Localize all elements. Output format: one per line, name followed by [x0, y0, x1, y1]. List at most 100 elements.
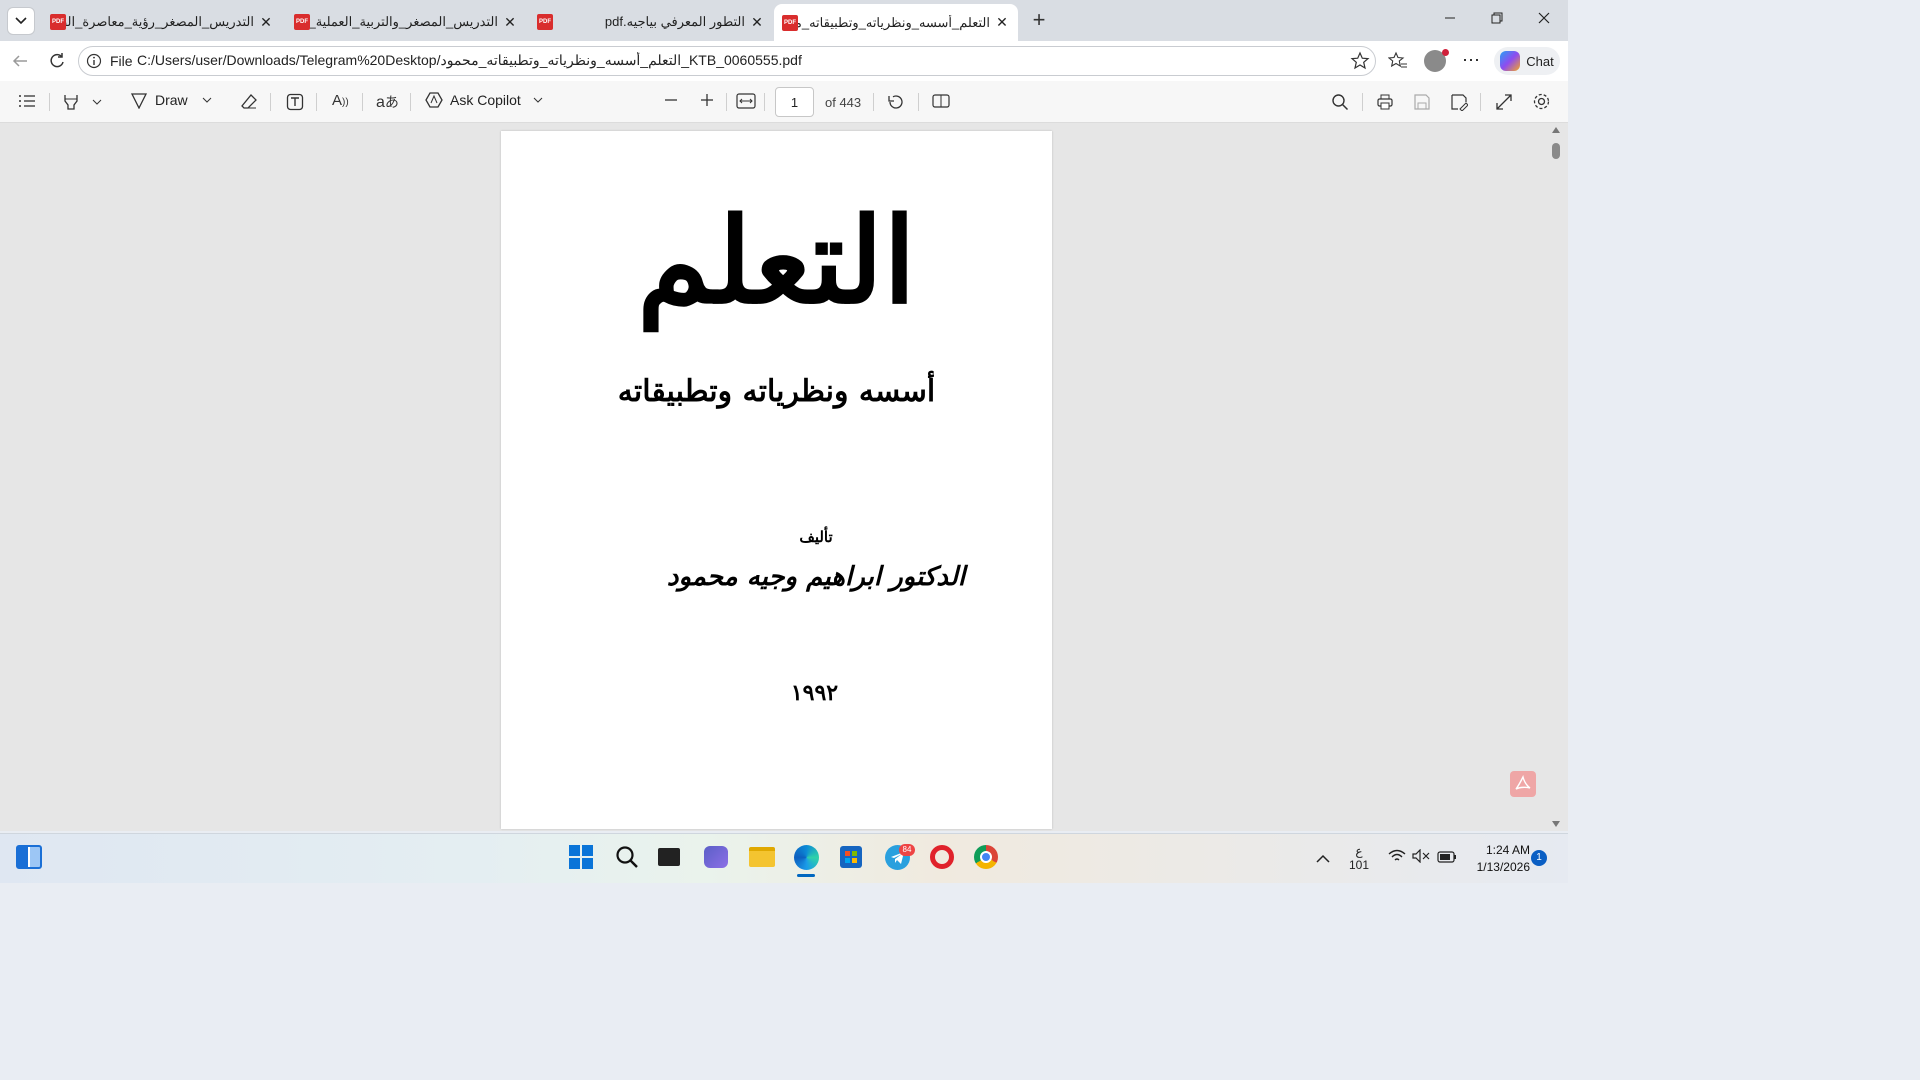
scheme-label: File: [110, 53, 133, 69]
ask-copilot-label: Ask Copilot: [450, 92, 521, 108]
back-arrow-icon: [12, 55, 27, 67]
chevron-up-icon: [1316, 854, 1330, 863]
notification-badge[interactable]: 1: [1531, 850, 1547, 866]
chevron-down-icon: [92, 99, 102, 105]
more-options-button[interactable]: ⋯: [1462, 50, 1481, 71]
chrome-app[interactable]: [974, 845, 998, 869]
new-tab-button[interactable]: +: [1027, 8, 1051, 32]
close-tab-icon[interactable]: ✕: [994, 14, 1010, 31]
document-subtitle: أسسه ونظرياته وتطبيقاته: [617, 374, 936, 409]
fullscreen-button[interactable]: [1495, 93, 1513, 116]
pdf-settings-button[interactable]: [1532, 92, 1551, 116]
print-button[interactable]: [1376, 93, 1394, 116]
find-button[interactable]: [1331, 93, 1349, 116]
edge-app[interactable]: [794, 845, 819, 870]
tab-1[interactable]: PDF التدريس_المصغر_رؤية_معاصرة_الصا ✕: [44, 5, 280, 39]
wifi-icon[interactable]: [1388, 849, 1406, 868]
close-tab-icon[interactable]: ✕: [258, 14, 274, 31]
acrobat-icon[interactable]: [1510, 771, 1536, 797]
clock-time: 1:24 AM: [1485, 843, 1530, 857]
acrobat-logo-icon: [1515, 775, 1531, 790]
erase-button[interactable]: [240, 93, 258, 116]
tab-title: التدريس_المصغر_رؤية_معاصرة_الصا: [66, 14, 254, 29]
minimize-button[interactable]: [1440, 8, 1460, 28]
clock-date: 1/13/2026: [1476, 860, 1530, 874]
highlight-button[interactable]: [62, 93, 102, 111]
language-indicator[interactable]: ع 101: [1347, 844, 1371, 872]
scroll-down-arrow[interactable]: [1552, 821, 1560, 827]
minus-icon: [665, 99, 677, 101]
page-number-input[interactable]: 1: [775, 87, 814, 117]
tab-title: التدريس_المصغر_والتربية_العملية_الم: [310, 14, 498, 29]
refresh-button[interactable]: [47, 51, 67, 71]
tab-list-button[interactable]: [7, 7, 35, 35]
page-view-button[interactable]: [932, 93, 950, 114]
text-box-icon: [286, 93, 304, 111]
favorites-icon: [1387, 51, 1407, 68]
copilot-outline-icon: [425, 92, 443, 108]
favorites-button[interactable]: [1387, 51, 1408, 71]
author-name: الدكتور ابراهيم وجيه محمود: [666, 562, 966, 592]
store-app[interactable]: [840, 846, 862, 868]
read-aloud-button[interactable]: A)): [332, 92, 349, 109]
clock[interactable]: 1:24 AM 1/13/2026: [1464, 842, 1530, 876]
publication-year: ١٩٩٢: [790, 680, 839, 706]
scroll-thumb[interactable]: [1552, 143, 1560, 159]
star-icon: [1350, 51, 1370, 70]
url-text[interactable]: C:/Users/user/Downloads/Telegram%20Deskt…: [137, 52, 1337, 69]
zoom-out-button[interactable]: [664, 93, 678, 112]
profile-avatar[interactable]: [1424, 49, 1449, 72]
copilot-chat-button[interactable]: Chat: [1494, 47, 1560, 75]
volume-muted-icon[interactable]: [1412, 848, 1430, 868]
gear-icon: [1533, 93, 1550, 110]
vertical-scrollbar[interactable]: [1549, 125, 1563, 830]
site-info[interactable]: File: [86, 52, 133, 70]
pen-icon: [130, 93, 148, 109]
notification-dot: [1442, 49, 1449, 56]
language-label: ع: [1355, 844, 1363, 858]
contents-button[interactable]: [18, 93, 36, 114]
search-icon: [616, 846, 638, 868]
task-view-button[interactable]: [658, 848, 680, 866]
file-explorer-app[interactable]: [749, 847, 775, 867]
save-as-button[interactable]: [1450, 93, 1469, 116]
restore-button[interactable]: [1487, 8, 1507, 28]
draw-button[interactable]: Draw: [129, 91, 212, 109]
teams-app[interactable]: [704, 846, 728, 868]
scroll-up-arrow[interactable]: [1552, 127, 1560, 133]
add-text-button[interactable]: [286, 93, 304, 116]
document-title: التعلم: [637, 191, 916, 330]
close-icon: [1538, 12, 1550, 24]
taskbar: [0, 833, 1568, 883]
close-tab-icon[interactable]: ✕: [502, 14, 518, 31]
widgets-button[interactable]: [16, 845, 42, 869]
tab-3[interactable]: PDF pdf.التطور المعرفي بياجيه ✕: [531, 5, 771, 39]
ask-copilot-button[interactable]: Ask Copilot: [424, 91, 543, 109]
back-button[interactable]: [10, 51, 30, 71]
battery-icon[interactable]: [1437, 850, 1457, 869]
save-button[interactable]: [1413, 93, 1431, 116]
show-hidden-icons-button[interactable]: [1315, 851, 1331, 869]
telegram-badge: 84: [899, 844, 915, 856]
opera-app[interactable]: [930, 845, 954, 869]
chevron-down-icon: [202, 97, 212, 103]
rotate-button[interactable]: [886, 93, 904, 116]
fit-to-width-button[interactable]: [736, 93, 756, 114]
tab-2[interactable]: PDF التدريس_المصغر_والتربية_العملية_الم …: [288, 5, 524, 39]
fit-width-icon: [736, 93, 756, 109]
start-button[interactable]: [569, 845, 593, 869]
chevron-down-icon: [15, 17, 27, 25]
favorite-star-button[interactable]: [1350, 51, 1370, 71]
tab-4-active[interactable]: PDF التعلم_أسسه_ونظرياته_وتطبيقاته_مح ✕: [774, 4, 1018, 41]
restore-icon: [1491, 12, 1503, 24]
taskbar-search-button[interactable]: [615, 845, 639, 874]
close-tab-icon[interactable]: ✕: [749, 14, 765, 31]
expand-icon: [1496, 94, 1512, 110]
eraser-icon: [241, 94, 257, 109]
author-prefix: تأليف: [799, 528, 833, 546]
zoom-in-button[interactable]: [700, 93, 714, 112]
search-icon: [1332, 94, 1349, 111]
translate-button[interactable]: aあ: [376, 92, 399, 112]
plus-icon: [701, 94, 713, 106]
close-window-button[interactable]: [1534, 8, 1554, 28]
